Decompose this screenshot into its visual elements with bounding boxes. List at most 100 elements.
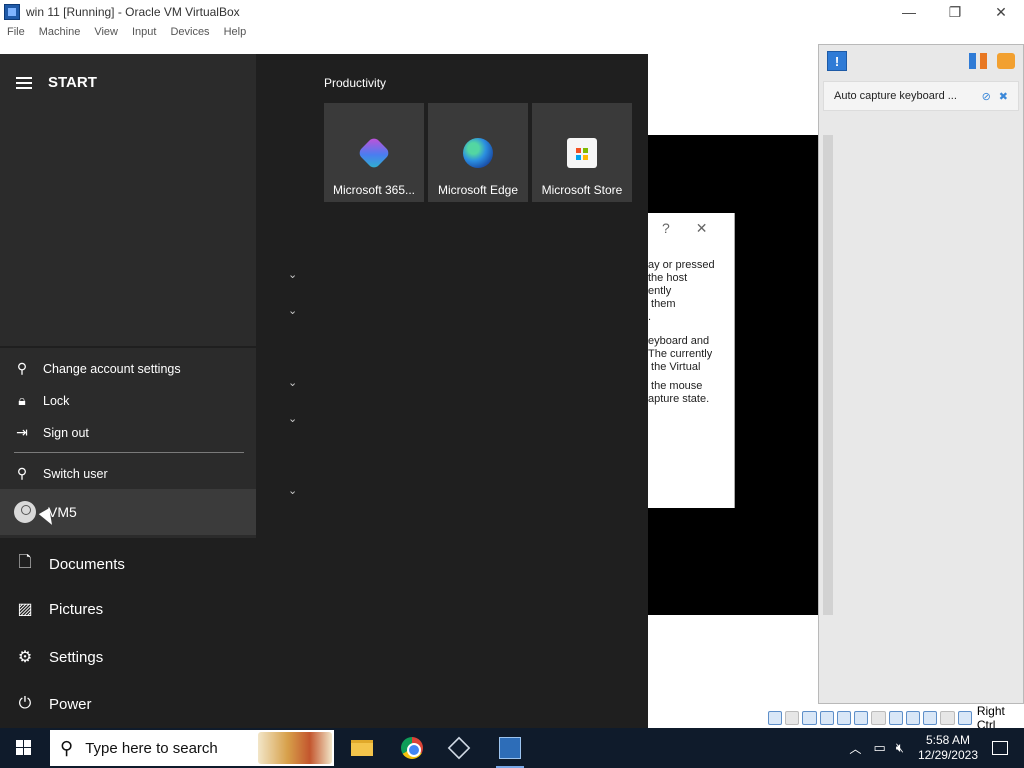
sign-out-icon: ⇥ <box>16 424 28 440</box>
settings-item[interactable]: ⚙ Settings <box>16 647 103 667</box>
store-icon <box>567 138 597 168</box>
file-explorer-taskbar-button[interactable] <box>340 728 384 768</box>
start-header[interactable]: START <box>16 74 97 91</box>
host-title-bar: win 11 [Running] - Oracle VM VirtualBox … <box>0 0 1024 24</box>
search-icon: ⚲ <box>60 737 74 758</box>
change-account-label: Change account settings <box>43 361 181 376</box>
tile-microsoft-store[interactable]: Microsoft Store <box>532 103 632 202</box>
documents-label: Documents <box>49 556 125 573</box>
keyboard-capture-icon[interactable] <box>940 711 955 725</box>
switch-user-item[interactable]: ⚲ Switch user <box>14 465 108 482</box>
usb-icon[interactable] <box>836 711 852 725</box>
taskbar-search[interactable]: ⚲ Type here to search <box>50 730 334 766</box>
edge-icon <box>463 138 493 168</box>
notification-center-icon[interactable] <box>992 741 1008 755</box>
menu-file[interactable]: File <box>0 24 32 42</box>
clock[interactable]: 5:58 AM 12/29/2023 <box>918 733 978 763</box>
lock-item[interactable]: 🔒︎ Lock <box>14 392 69 409</box>
chevron-down-icon[interactable]: ⌄ <box>288 376 297 389</box>
switch-user-label: Switch user <box>43 466 108 481</box>
tile-microsoft-edge[interactable]: Microsoft Edge <box>428 103 528 202</box>
network-icon[interactable] <box>819 711 834 725</box>
virtualbox-icon <box>499 737 521 759</box>
start-title: START <box>48 74 97 91</box>
tile-label: Microsoft Store <box>541 183 623 197</box>
dialog-text-2: eyboard and The currently the Virtual <box>648 335 713 373</box>
dialog-text-3: the mouse apture state. <box>648 380 710 405</box>
chevron-down-icon[interactable]: ⌄ <box>288 412 297 425</box>
3d-app-taskbar-button[interactable] <box>437 728 481 768</box>
taskbar: ⚲ Type here to search ︿ ▭ 🔇︎ 5:58 AM 12/… <box>0 728 1024 768</box>
audio-icon[interactable] <box>802 711 817 725</box>
snapshot-icon[interactable] <box>997 53 1015 69</box>
sign-out-item[interactable]: ⇥ Sign out <box>14 424 89 441</box>
menu-help[interactable]: Help <box>217 24 254 42</box>
window-title: win 11 [Running] - Oracle VM VirtualBox <box>26 5 240 19</box>
dialog-help-button[interactable]: ? <box>662 220 670 236</box>
do-not-show-icon[interactable]: ⊘ <box>982 90 991 103</box>
shared-folders-icon[interactable] <box>854 711 869 725</box>
power-item[interactable]: ⏻ Power <box>16 695 92 713</box>
menu-machine[interactable]: Machine <box>32 24 88 42</box>
cube-icon <box>447 736 471 760</box>
person-settings-icon: ⚲ <box>16 360 28 376</box>
start-menu-top-area <box>0 54 256 346</box>
chevron-down-icon[interactable]: ⌄ <box>288 484 297 497</box>
mouse-integration-icon[interactable] <box>923 711 938 725</box>
power-label: Power <box>49 695 92 713</box>
search-highlight-image[interactable] <box>258 732 332 764</box>
panel-header: ! <box>819 45 1023 77</box>
host-key-icon[interactable] <box>957 711 972 725</box>
info-icon[interactable]: ! <box>827 51 847 71</box>
minimize-button[interactable]: — <box>886 0 932 24</box>
close-button[interactable]: ✕ <box>978 0 1024 24</box>
recording-icon[interactable] <box>888 711 903 725</box>
settings-icon[interactable] <box>969 53 987 69</box>
show-hidden-icons-chevron-icon[interactable]: ︿ <box>849 740 861 757</box>
chrome-taskbar-button[interactable] <box>390 728 434 768</box>
power-icon: ⏻ <box>18 695 32 712</box>
chevron-down-icon[interactable]: ⌄ <box>288 304 297 317</box>
documents-item[interactable]: 🗋 Documents <box>16 551 125 578</box>
panel-scrollbar[interactable] <box>823 135 833 615</box>
document-icon: 🗋 <box>18 554 32 571</box>
virtualbox-logo-icon <box>4 4 20 20</box>
optical-drive-icon[interactable] <box>785 711 800 725</box>
sign-out-label: Sign out <box>43 425 89 440</box>
microsoft-365-icon <box>357 136 391 170</box>
start-menu-tiles-area: ⌄ ⌄ ⌄ ⌄ ⌄ Productivity Microsoft 365... … <box>256 54 648 728</box>
menu-input[interactable]: Input <box>125 24 163 42</box>
virtualbox-taskbar-button[interactable] <box>488 728 532 768</box>
dismiss-icon[interactable]: ✖ <box>999 90 1008 103</box>
pictures-item[interactable]: ▨ Pictures <box>16 599 103 619</box>
tile-label: Microsoft Edge <box>437 183 519 197</box>
avatar-icon <box>14 501 36 523</box>
menu-devices[interactable]: Devices <box>163 24 216 42</box>
start-menu-left: START ⚲ Change account settings 🔒︎ Lock … <box>0 54 256 728</box>
restore-button[interactable]: ❐ <box>932 0 978 24</box>
notification-panel: ! Auto capture keyboard ... ⊘ ✖ <box>818 44 1024 704</box>
vm-status-bar: Right Ctrl <box>768 704 1024 732</box>
productivity-group-label: Productivity <box>324 76 387 90</box>
vt-x-icon[interactable] <box>905 711 921 725</box>
chevron-down-icon[interactable]: ⌄ <box>288 268 297 281</box>
change-account-settings-item[interactable]: ⚲ Change account settings <box>14 360 181 377</box>
start-button[interactable] <box>0 728 48 768</box>
dialog-text-1: ay or pressed the host ently them . <box>648 259 715 323</box>
gear-icon: ⚙ <box>17 649 33 666</box>
menu-view[interactable]: View <box>87 24 125 42</box>
tile-microsoft-365[interactable]: Microsoft 365... <box>324 103 424 202</box>
user-account-button[interactable]: VM5 <box>0 489 256 535</box>
search-placeholder: Type here to search <box>85 739 218 757</box>
system-tray: ︿ ▭ 🔇︎ 5:58 AM 12/29/2023 <box>849 728 1024 768</box>
clock-date: 12/29/2023 <box>917 748 978 762</box>
harddisk-icon[interactable] <box>768 711 783 725</box>
display-icon[interactable] <box>871 711 886 725</box>
dialog-close-button[interactable]: ✕ <box>696 220 708 237</box>
network-tray-icon[interactable]: ▭ <box>873 740 885 756</box>
windows-logo-icon <box>16 740 32 756</box>
volume-muted-icon[interactable]: 🔇︎ <box>896 740 904 756</box>
capture-info-dialog: ? ✕ ay or pressed the host ently them . … <box>648 213 735 508</box>
hamburger-menu-icon[interactable] <box>16 76 32 89</box>
panel-header-icons <box>969 53 1015 69</box>
